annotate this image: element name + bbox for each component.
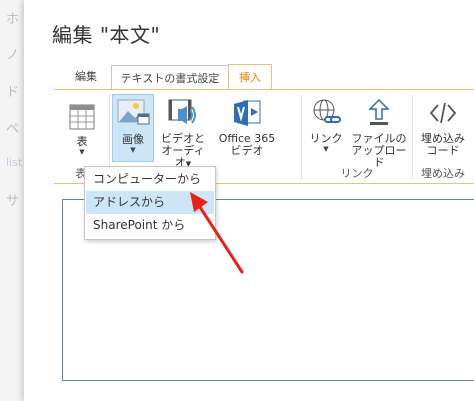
- upload-file-button[interactable]: ファイルの アップロード: [348, 94, 410, 169]
- upload-icon: [368, 98, 390, 125]
- bg-nav-item: サ: [6, 194, 20, 209]
- group-embed: 埋め込み コード 埋め込み: [413, 90, 473, 183]
- office365-label-line2: ビデオ: [230, 144, 264, 157]
- image-button[interactable]: 画像 ▼: [112, 94, 154, 162]
- embed-code-button[interactable]: 埋め込み コード: [417, 94, 469, 157]
- embed-label-line2: コード: [426, 144, 460, 157]
- office365-video-button[interactable]: Office 365 ビデオ: [214, 94, 280, 157]
- table-icon: [69, 104, 95, 130]
- bg-nav-item: ド: [6, 85, 20, 100]
- dialog-title: 編集 "本文": [52, 23, 161, 47]
- video-audio-button[interactable]: ビデオと オーディオ▼: [156, 94, 210, 170]
- video-audio-icon: [168, 99, 196, 124]
- tab-text-format[interactable]: テキストの書式設定: [111, 65, 229, 90]
- bg-nav-item: ノ: [6, 48, 20, 63]
- tab-edit[interactable]: 編集: [62, 64, 110, 89]
- office365-video-icon: [234, 100, 261, 126]
- group-link: リンク ▼ ファイルの アップロード リンク: [302, 90, 412, 183]
- group-label-embed: 埋め込み: [421, 167, 465, 180]
- chevron-down-icon: ▼: [130, 146, 136, 154]
- table-button-label: 表: [76, 135, 88, 148]
- link-icon: [313, 99, 341, 123]
- bg-nav-item: ペ: [6, 122, 20, 137]
- chevron-down-icon: ▼: [323, 145, 329, 153]
- background-nav: ホ ノ ド ペ list サ: [0, 0, 24, 401]
- image-icon: [117, 99, 150, 125]
- bg-nav-item: list: [6, 156, 23, 169]
- annotation-arrow-icon: [190, 192, 244, 274]
- tab-insert[interactable]: 挿入: [228, 64, 272, 90]
- embed-code-icon: [429, 102, 457, 124]
- table-button[interactable]: 表 ▼: [60, 94, 104, 156]
- image-button-label: 画像: [122, 133, 144, 146]
- chevron-down-icon: ▼: [79, 148, 85, 156]
- group-label-link: リンク: [340, 167, 374, 180]
- bg-nav-item: ホ: [6, 12, 20, 27]
- link-button-label: リンク: [309, 132, 343, 145]
- link-button[interactable]: リンク ▼: [306, 94, 346, 153]
